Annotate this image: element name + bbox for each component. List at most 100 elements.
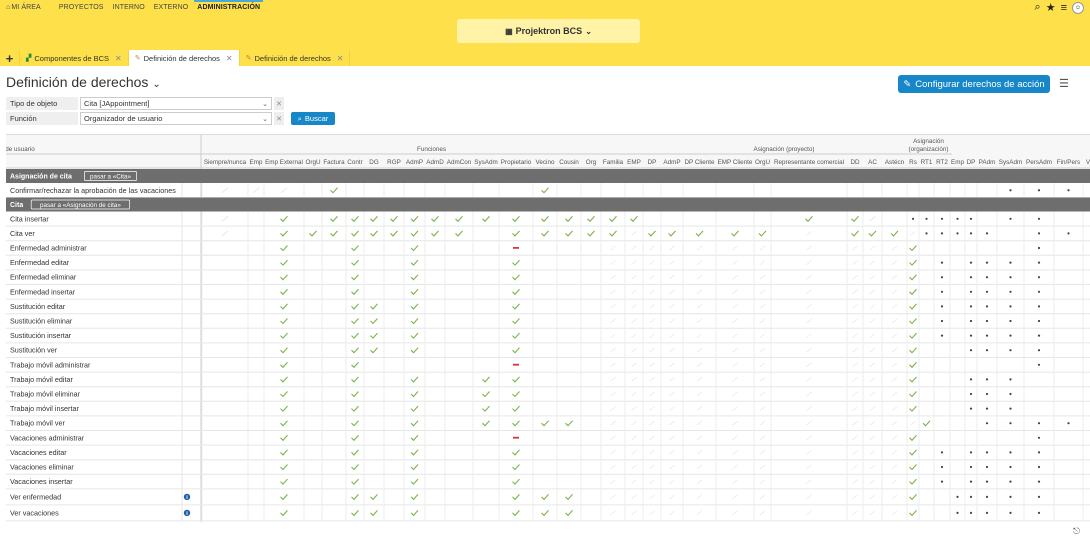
tab-bar: + ▞ Componentes de BCS ✕ ✎ Definición de… — [0, 50, 1090, 66]
check-icon — [351, 259, 359, 266]
faded-check-icon — [869, 450, 876, 455]
faded-check-icon — [696, 377, 703, 382]
faded-check-icon — [852, 289, 858, 295]
check-icon — [390, 215, 398, 223]
nav-interno[interactable]: INTERNO — [113, 4, 145, 11]
faded-check-icon — [732, 304, 738, 309]
check-icon — [351, 391, 359, 398]
faded-check-icon — [852, 420, 858, 426]
check-icon — [512, 391, 520, 398]
search-icon: ⌕ — [297, 113, 302, 123]
close-icon[interactable]: ✕ — [226, 54, 233, 63]
check-icon — [351, 245, 359, 252]
dot-icon — [1037, 290, 1041, 293]
check-icon — [909, 274, 917, 281]
search-button[interactable]: ⌕ Buscar — [291, 112, 335, 125]
close-icon[interactable]: ✕ — [337, 54, 344, 63]
section-title: Asignación de cita — [10, 174, 72, 181]
faded-check-icon — [869, 494, 876, 500]
faded-check-icon — [669, 289, 675, 295]
clear-icon[interactable]: ✕ — [274, 97, 284, 110]
faded-check-icon — [869, 464, 876, 470]
faded-check-icon — [852, 304, 858, 309]
check-icon — [482, 420, 490, 427]
tab-definicion-active[interactable]: ✎ Definición de derechos ✕ — [128, 50, 240, 66]
nav-proyectos[interactable]: PROYECTOS — [59, 4, 104, 11]
forbidden-icon — [513, 363, 519, 366]
check-icon — [280, 391, 288, 398]
column-header: AdmD — [426, 159, 444, 166]
faded-check-icon — [610, 406, 616, 411]
faded-check-icon — [806, 245, 812, 251]
nav-mi-area[interactable]: ⌂MI ÁREA — [6, 4, 50, 11]
configure-rights-button[interactable]: ✎ Configurar derechos de acción — [898, 75, 1050, 93]
check-icon — [512, 449, 520, 456]
tab-definicion-2[interactable]: ✎ Definición de derechos ✕ — [239, 50, 351, 66]
faded-check-icon — [910, 231, 916, 236]
edit-icon: ✎ — [903, 78, 912, 90]
faded-check-icon — [869, 435, 876, 441]
row-label: Vacaciones editar — [10, 448, 67, 457]
faded-check-icon — [806, 510, 812, 516]
dot-icon — [969, 511, 973, 514]
dot-icon — [940, 217, 944, 220]
funcion-select[interactable]: Organizador de usuario ⌄ — [80, 112, 272, 125]
check-icon — [909, 405, 917, 412]
check-icon — [309, 230, 317, 237]
check-icon — [410, 478, 419, 485]
faded-check-icon — [649, 391, 655, 397]
faded-check-icon — [852, 245, 858, 251]
search-icon[interactable]: ⌕ — [1035, 1, 1041, 14]
faded-check-icon — [806, 333, 812, 338]
faded-check-icon — [806, 260, 812, 265]
faded-check-icon — [732, 435, 738, 441]
column-header: OrgU — [755, 159, 770, 166]
avatar[interactable]: ☺ — [1072, 1, 1084, 14]
logout-icon[interactable]: ⎋ — [1073, 526, 1080, 537]
dot-icon — [969, 392, 973, 396]
check-icon — [280, 510, 288, 517]
check-icon — [909, 259, 917, 266]
faded-check-icon — [649, 464, 655, 470]
faded-check-icon — [891, 391, 898, 397]
faded-check-icon — [891, 333, 898, 338]
dot-icon — [1009, 511, 1012, 514]
nav-externo[interactable]: EXTERNO — [154, 4, 189, 11]
faded-check-icon — [806, 479, 812, 484]
column-header: Emp — [951, 159, 964, 166]
tab-componentes[interactable]: ▞ Componentes de BCS ✕ — [20, 50, 129, 66]
check-icon — [541, 420, 549, 427]
faded-check-icon — [631, 347, 637, 353]
check-icon — [512, 259, 520, 266]
dot-icon — [1009, 480, 1012, 483]
dot-icon — [1009, 378, 1012, 381]
dot-icon — [1067, 232, 1070, 235]
menu-icon[interactable]: ≡ — [1061, 2, 1067, 14]
page-title[interactable]: Definición de derechos ⌄ — [6, 74, 161, 90]
tipo-select[interactable]: Cita [JAppointment] ⌄ — [80, 97, 272, 110]
column-header: RT1 — [921, 159, 933, 166]
nav-administracion[interactable]: ADMINISTRACIÓN — [194, 0, 263, 11]
check-icon — [512, 420, 520, 427]
faded-check-icon — [221, 215, 229, 222]
faded-check-icon — [649, 406, 655, 411]
faded-check-icon — [631, 304, 637, 309]
check-icon — [482, 391, 490, 398]
star-icon[interactable]: ★ — [1046, 1, 1056, 14]
column-header: Cousin — [559, 159, 579, 166]
check-icon — [280, 420, 288, 427]
close-icon[interactable]: ✕ — [115, 54, 122, 63]
clear-icon[interactable]: ✕ — [274, 112, 284, 125]
faded-check-icon — [806, 274, 812, 280]
dot-icon — [969, 465, 973, 469]
dot-icon — [985, 305, 989, 308]
settings-sliders-icon[interactable]: ☰ — [1059, 77, 1069, 90]
check-icon — [280, 464, 288, 471]
faded-check-icon — [696, 510, 703, 516]
project-label: Projektron BCS — [515, 26, 583, 36]
check-icon — [565, 420, 573, 427]
faded-check-icon — [759, 245, 766, 251]
faded-check-icon — [732, 494, 738, 500]
project-selector[interactable]: ▦ Projektron BCS ⌄ — [457, 19, 640, 43]
add-tab-button[interactable]: + — [0, 50, 20, 66]
